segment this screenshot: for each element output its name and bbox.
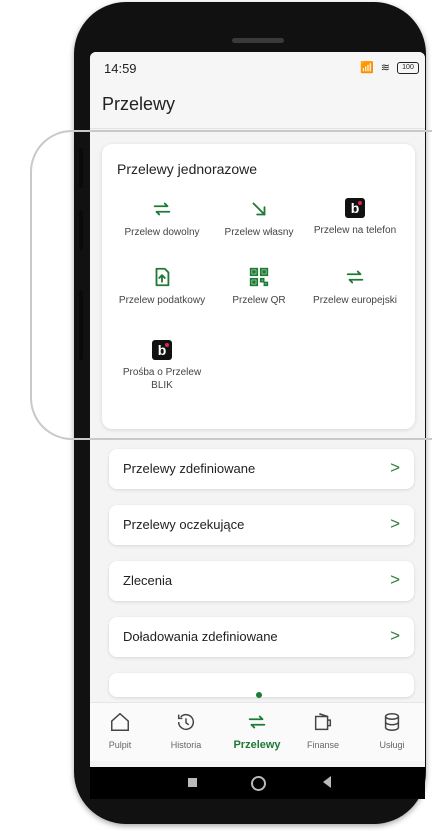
tax-document-icon xyxy=(155,267,170,287)
back-button[interactable] xyxy=(323,776,331,788)
signal-wifi-icon: 📶 ≋ xyxy=(359,62,392,74)
nav-pulpit[interactable]: Pulpit xyxy=(90,711,150,753)
tile-przelew-dowolny[interactable]: Przelew dowolny xyxy=(117,198,207,239)
status-icons: 📶 ≋ 100 xyxy=(359,61,419,75)
tile-przelew-na-telefon[interactable]: b Przelew na telefon xyxy=(310,198,400,237)
tile-label: Przelew QR xyxy=(232,295,286,306)
transfer-arrows-icon xyxy=(153,202,171,216)
tile-label: Prośba o Przelew BLIK xyxy=(122,367,202,391)
home-button[interactable] xyxy=(251,776,266,791)
tile-przelew-europejski[interactable]: Przelew europejski xyxy=(310,266,400,307)
phone-side-button xyxy=(79,290,83,360)
chevron-right-icon: > xyxy=(390,514,400,533)
status-time: 14:59 xyxy=(104,61,137,76)
one-time-transfers-card: Przelewy jednorazowe Przelew dowolny Prz… xyxy=(102,144,415,429)
blik-icon: b xyxy=(152,340,172,360)
database-icon xyxy=(384,713,400,731)
arrow-down-right-icon xyxy=(252,202,266,216)
nav-label: Historia xyxy=(170,740,202,750)
nav-label: Pulpit xyxy=(108,740,132,750)
tile-przelew-wlasny[interactable]: Przelew własny xyxy=(214,198,304,239)
card-title: Przelewy jednorazowe xyxy=(117,161,258,177)
tile-label: Przelew własny xyxy=(224,227,294,238)
nav-historia[interactable]: Historia xyxy=(156,711,216,753)
chevron-right-icon: > xyxy=(390,626,400,645)
nav-finanse[interactable]: Finanse xyxy=(293,711,353,753)
nav-label: Usługi xyxy=(379,740,405,750)
tile-label: Przelew podatkowy xyxy=(118,295,206,306)
menu-doladowania-zdefiniowane[interactable]: Doładowania zdefiniowane > xyxy=(109,617,414,657)
tile-przelew-podatkowy[interactable]: Przelew podatkowy xyxy=(117,266,207,307)
menu-zlecenia[interactable]: Zlecenia > xyxy=(109,561,414,601)
menu-item-label: Doładowania zdefiniowane xyxy=(123,629,278,644)
pager-indicator xyxy=(256,692,262,698)
phone-speaker xyxy=(232,38,284,43)
nav-przelewy[interactable]: Przelewy xyxy=(227,711,287,753)
blik-icon: b xyxy=(345,198,365,218)
app-screen: 14:59 📶 ≋ 100 Przelewy Przelewy jednoraz… xyxy=(90,52,425,767)
page-title: Przelewy xyxy=(102,94,176,114)
tile-przelew-qr[interactable]: Przelew QR xyxy=(214,266,304,307)
menu-item-label: Przelewy oczekujące xyxy=(123,517,245,532)
history-icon xyxy=(177,714,195,731)
phone-side-button xyxy=(79,210,83,250)
recent-apps-button[interactable] xyxy=(188,778,197,787)
home-icon xyxy=(111,712,129,731)
chevron-right-icon: > xyxy=(390,570,400,589)
tile-label: Przelew na telefon xyxy=(313,225,397,236)
tile-prosba-o-przelew-blik[interactable]: b Prośba o Przelew BLIK xyxy=(117,340,207,392)
tile-label: Przelew europejski xyxy=(313,295,397,306)
menu-item-label: Przelewy zdefiniowane xyxy=(123,461,256,476)
qr-code-icon xyxy=(249,267,269,287)
transfer-arrows-icon xyxy=(346,270,364,284)
nav-label: Przelewy xyxy=(233,739,281,751)
wallet-icon xyxy=(314,713,332,731)
chevron-right-icon: > xyxy=(390,458,400,477)
menu-przelewy-zdefiniowane[interactable]: Przelewy zdefiniowane > xyxy=(109,449,414,489)
system-navigation-bar xyxy=(90,767,425,799)
tile-label: Przelew dowolny xyxy=(124,227,200,238)
menu-item-label: Zlecenia xyxy=(123,573,173,588)
app-header: Przelewy xyxy=(90,80,425,129)
battery-icon: 100 xyxy=(397,62,419,75)
transfer-icon xyxy=(248,715,266,729)
nav-label: Finanse xyxy=(306,740,340,750)
nav-uslugi[interactable]: Usługi xyxy=(362,711,422,753)
menu-przelewy-oczekujace[interactable]: Przelewy oczekujące > xyxy=(109,505,414,545)
status-bar: 14:59 📶 ≋ 100 xyxy=(90,52,425,80)
phone-side-button xyxy=(79,148,83,188)
bottom-navigation: Pulpit Historia Przelewy Finanse Usługi xyxy=(90,702,425,761)
